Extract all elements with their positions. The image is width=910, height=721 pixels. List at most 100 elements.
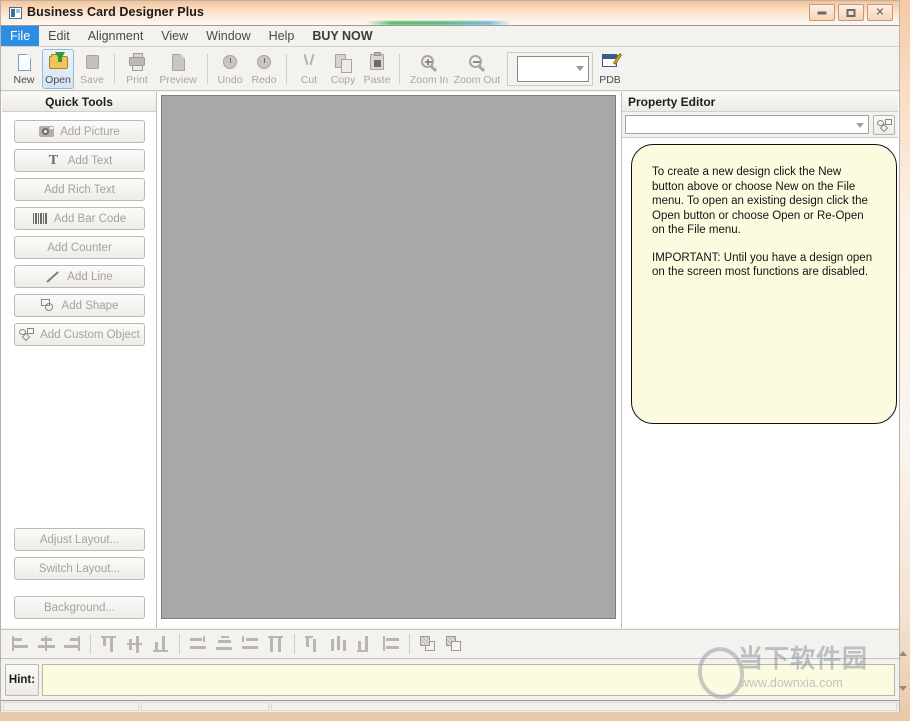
align-middle-vertical-icon[interactable]	[124, 632, 146, 656]
add-picture-button[interactable]: Add Picture	[14, 120, 145, 143]
menu-item-file[interactable]: File	[1, 26, 39, 46]
distribute-width-icon[interactable]	[265, 632, 287, 656]
adjust-layout-button[interactable]: Adjust Layout...	[14, 528, 145, 551]
quick-tools-title: Quick Tools	[2, 92, 156, 112]
title-bar: Business Card Designer Plus ✕	[1, 1, 899, 26]
property-editor-panel: Property Editor To create a new design c…	[621, 92, 898, 628]
scroll-arrows[interactable]	[899, 651, 907, 691]
space-bottom-icon[interactable]	[354, 632, 376, 656]
toolbar-separator	[207, 54, 208, 84]
barcode-icon	[33, 212, 48, 225]
menu-bar: File Edit Alignment View Window Help BUY…	[1, 26, 899, 47]
toolbar-pdb-label: PDB	[599, 75, 621, 85]
add-custom-object-label: Add Custom Object	[40, 329, 140, 341]
window-title: Business Card Designer Plus	[27, 5, 204, 19]
design-canvas[interactable]	[161, 95, 616, 619]
bring-to-front-icon[interactable]	[417, 632, 439, 656]
hint-label: Hint:	[5, 664, 39, 696]
toolbar-pdb-button[interactable]: PDB	[594, 49, 626, 89]
menu-item-buy-now[interactable]: BUY NOW	[303, 26, 381, 46]
toolbar-redo-label: Redo	[251, 75, 276, 85]
add-counter-button[interactable]: Add Counter	[14, 236, 145, 259]
scroll-up-icon[interactable]	[899, 651, 907, 656]
toolbar-zoom-in-button[interactable]: Zoom In	[406, 49, 452, 89]
instructions-paragraph-2: IMPORTANT: Until you have a design open …	[652, 251, 876, 280]
copy-icon	[331, 52, 355, 74]
toolbar-cut-label: Cut	[301, 75, 317, 85]
property-object-combo[interactable]	[625, 115, 869, 134]
space-top-icon[interactable]	[302, 632, 324, 656]
menu-item-help[interactable]: Help	[260, 26, 304, 46]
space-middle-icon[interactable]	[328, 632, 350, 656]
alignment-toolbar	[1, 629, 899, 659]
toolbar-zoom-out-label: Zoom Out	[454, 75, 501, 85]
toolbar-new-button[interactable]: New	[8, 49, 40, 89]
menu-item-view[interactable]: View	[152, 26, 197, 46]
toolbar-save-button[interactable]: Save	[76, 49, 108, 89]
add-line-label: Add Line	[67, 271, 112, 283]
toolbar-paste-button[interactable]: Paste	[361, 49, 393, 89]
property-editor-title: Property Editor	[622, 92, 898, 112]
distribute-center-icon[interactable]	[213, 632, 235, 656]
maximize-button[interactable]	[838, 4, 864, 21]
toolbar-open-button[interactable]: Open	[42, 49, 74, 89]
alignment-separator	[294, 634, 295, 654]
align-center-horizontal-icon[interactable]	[35, 632, 57, 656]
toolbar-zoom-in-label: Zoom In	[410, 75, 449, 85]
scroll-down-icon[interactable]	[899, 686, 907, 691]
menu-item-edit[interactable]: Edit	[39, 26, 79, 46]
application-window: Business Card Designer Plus ✕ File Edit …	[0, 0, 910, 721]
property-object-select-button[interactable]	[873, 115, 895, 135]
toolbar-new-label: New	[13, 75, 34, 85]
status-panel-3	[271, 702, 897, 711]
toolbar-zoom-out-button[interactable]: Zoom Out	[454, 49, 500, 89]
add-shape-button[interactable]: Add Shape	[14, 294, 145, 317]
space-height-icon[interactable]	[380, 632, 402, 656]
alignment-separator	[90, 634, 91, 654]
shape-icon	[41, 299, 56, 312]
toolbar-copy-button[interactable]: Copy	[327, 49, 359, 89]
add-rich-text-label: Add Rich Text	[44, 184, 115, 196]
window-controls: ✕	[809, 4, 893, 21]
align-top-icon[interactable]	[98, 632, 120, 656]
add-bar-code-button[interactable]: Add Bar Code	[14, 207, 145, 230]
add-shape-label: Add Shape	[62, 300, 119, 312]
menu-item-alignment[interactable]: Alignment	[79, 26, 153, 46]
toolbar-paste-label: Paste	[364, 75, 391, 85]
add-custom-object-button[interactable]: Add Custom Object	[14, 323, 145, 346]
add-rich-text-button[interactable]: Add Rich Text	[14, 178, 145, 201]
minimize-button[interactable]	[809, 4, 835, 21]
align-bottom-icon[interactable]	[150, 632, 172, 656]
property-editor-toolbar	[622, 112, 898, 138]
toolbar-cut-button[interactable]: Cut	[293, 49, 325, 89]
close-button[interactable]: ✕	[867, 4, 893, 21]
adjust-layout-label: Adjust Layout...	[40, 534, 119, 546]
toolbar-separator	[286, 54, 287, 84]
quick-tools-panel: Quick Tools Add Picture T Add Text Add R…	[2, 92, 157, 628]
open-folder-icon	[46, 52, 70, 74]
redo-icon	[252, 52, 276, 74]
background-button[interactable]: Background...	[14, 596, 145, 619]
align-left-icon[interactable]	[9, 632, 31, 656]
instructions-paragraph-1: To create a new design click the New but…	[652, 165, 876, 238]
add-line-button[interactable]: Add Line	[14, 265, 145, 288]
distribute-right-icon[interactable]	[239, 632, 261, 656]
toolbar-redo-button[interactable]: Redo	[248, 49, 280, 89]
custom-object-icon	[19, 328, 34, 341]
toolbar-undo-button[interactable]: Undo	[214, 49, 246, 89]
send-to-back-icon[interactable]	[443, 632, 465, 656]
toolbar-copy-label: Copy	[331, 75, 356, 85]
status-bar	[1, 700, 899, 712]
add-text-button[interactable]: T Add Text	[14, 149, 145, 172]
toolbar-preview-button[interactable]: Preview	[155, 49, 201, 89]
toolbar-print-button[interactable]: Print	[121, 49, 153, 89]
switch-layout-button[interactable]: Switch Layout...	[14, 557, 145, 580]
toolbar-separator	[399, 54, 400, 84]
toolbar-open-label: Open	[45, 75, 71, 85]
distribute-left-icon[interactable]	[187, 632, 209, 656]
add-picture-label: Add Picture	[60, 126, 119, 138]
hint-bar: Hint:	[1, 660, 899, 700]
align-right-icon[interactable]	[61, 632, 83, 656]
menu-item-window[interactable]: Window	[197, 26, 259, 46]
zoom-level-combo[interactable]	[517, 56, 589, 82]
